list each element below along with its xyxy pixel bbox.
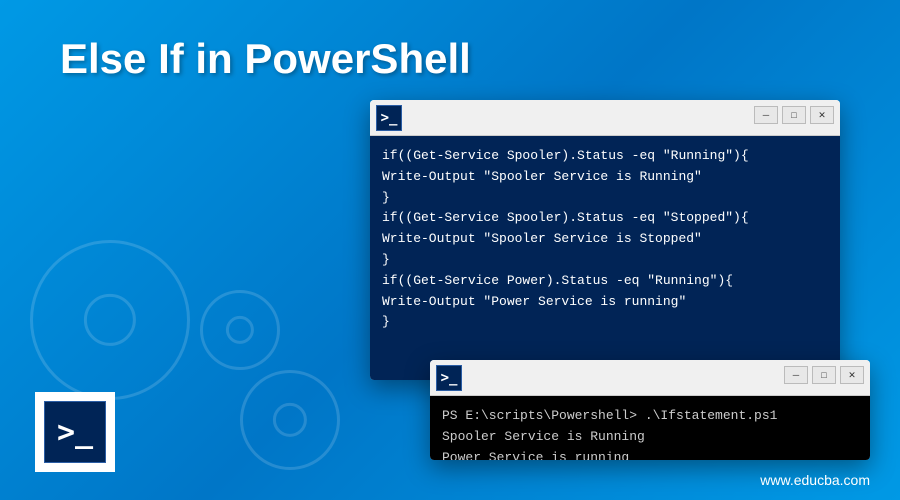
code-line: Write-Output "Power Service is running" — [382, 292, 828, 313]
close-button[interactable]: ✕ — [840, 366, 864, 384]
bg-gear-decor — [240, 370, 340, 470]
powershell-logo-icon: >_ — [44, 401, 106, 463]
title-bar: >_ ─ □ ✕ — [370, 100, 840, 136]
footer-url: www.educba.com — [760, 472, 870, 488]
output-line: Spooler Service is Running — [442, 427, 858, 448]
code-line: } — [382, 250, 828, 271]
powershell-icon: >_ — [376, 105, 402, 131]
maximize-button[interactable]: □ — [782, 106, 806, 124]
powershell-window-code: >_ ─ □ ✕ if((Get-Service Spooler).Status… — [370, 100, 840, 380]
code-line: } — [382, 188, 828, 209]
minimize-button[interactable]: ─ — [784, 366, 808, 384]
bg-gear-decor — [200, 290, 280, 370]
brand-logo-box: >_ — [35, 392, 115, 472]
page-title: Else If in PowerShell — [60, 35, 471, 83]
window-controls: ─ □ ✕ — [784, 366, 864, 384]
code-line: Write-Output "Spooler Service is Stopped… — [382, 229, 828, 250]
code-line: if((Get-Service Power).Status -eq "Runni… — [382, 271, 828, 292]
code-line: Write-Output "Spooler Service is Running… — [382, 167, 828, 188]
console-output: PS E:\scripts\Powershell> .\Ifstatement.… — [430, 396, 870, 460]
code-line: } — [382, 312, 828, 333]
output-line: Power Service is running — [442, 448, 858, 460]
bg-gear-decor — [30, 240, 190, 400]
window-controls: ─ □ ✕ — [754, 106, 834, 124]
output-line: PS E:\scripts\Powershell> .\Ifstatement.… — [442, 406, 858, 427]
maximize-button[interactable]: □ — [812, 366, 836, 384]
code-line: if((Get-Service Spooler).Status -eq "Sto… — [382, 208, 828, 229]
close-button[interactable]: ✕ — [810, 106, 834, 124]
minimize-button[interactable]: ─ — [754, 106, 778, 124]
powershell-window-output: >_ ─ □ ✕ PS E:\scripts\Powershell> .\Ifs… — [430, 360, 870, 460]
powershell-icon: >_ — [436, 365, 462, 391]
code-line: if((Get-Service Spooler).Status -eq "Run… — [382, 146, 828, 167]
console-output: if((Get-Service Spooler).Status -eq "Run… — [370, 136, 840, 380]
title-bar: >_ ─ □ ✕ — [430, 360, 870, 396]
